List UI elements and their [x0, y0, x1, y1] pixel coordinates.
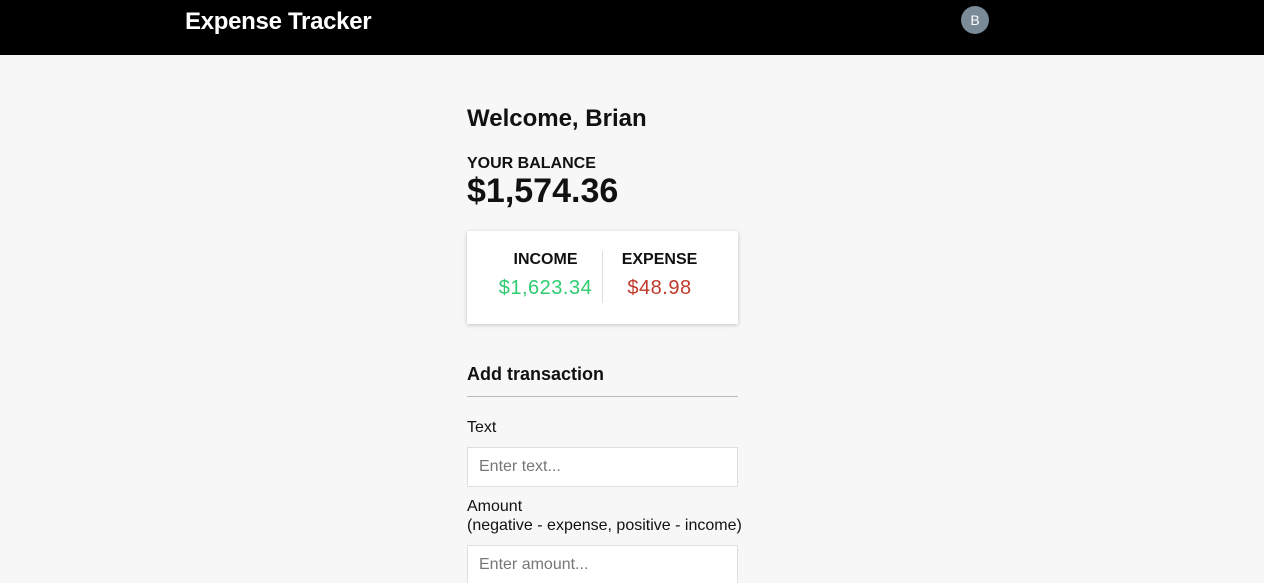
income-expense-card: INCOME $1,623.34 EXPENSE $48.98 — [467, 231, 738, 324]
welcome-heading: Welcome, Brian — [467, 105, 647, 132]
text-field-label: Text — [467, 419, 497, 436]
top-app-bar: Expense Tracker B — [0, 0, 1264, 55]
income-label: INCOME — [513, 251, 578, 268]
amount-field-label: Amount (negative - expense, positive - i… — [467, 497, 742, 535]
text-input[interactable] — [467, 447, 738, 487]
user-avatar[interactable]: B — [961, 6, 989, 34]
app-title: Expense Tracker — [185, 8, 372, 35]
expense-summary: EXPENSE $48.98 — [603, 251, 716, 300]
section-divider — [467, 396, 738, 397]
income-summary: INCOME $1,623.34 — [489, 251, 602, 300]
avatar-initial: B — [970, 12, 980, 28]
amount-hint: (negative - expense, positive - income) — [467, 517, 742, 534]
balance-label: YOUR BALANCE — [467, 155, 596, 172]
amount-input[interactable] — [467, 545, 738, 583]
add-transaction-heading: Add transaction — [467, 364, 605, 384]
balance-value: $1,574.36 — [467, 172, 619, 210]
amount-label-text: Amount — [467, 498, 523, 515]
expense-value: $48.98 — [627, 277, 692, 299]
expense-label: EXPENSE — [621, 251, 698, 268]
income-value: $1,623.34 — [498, 277, 593, 299]
